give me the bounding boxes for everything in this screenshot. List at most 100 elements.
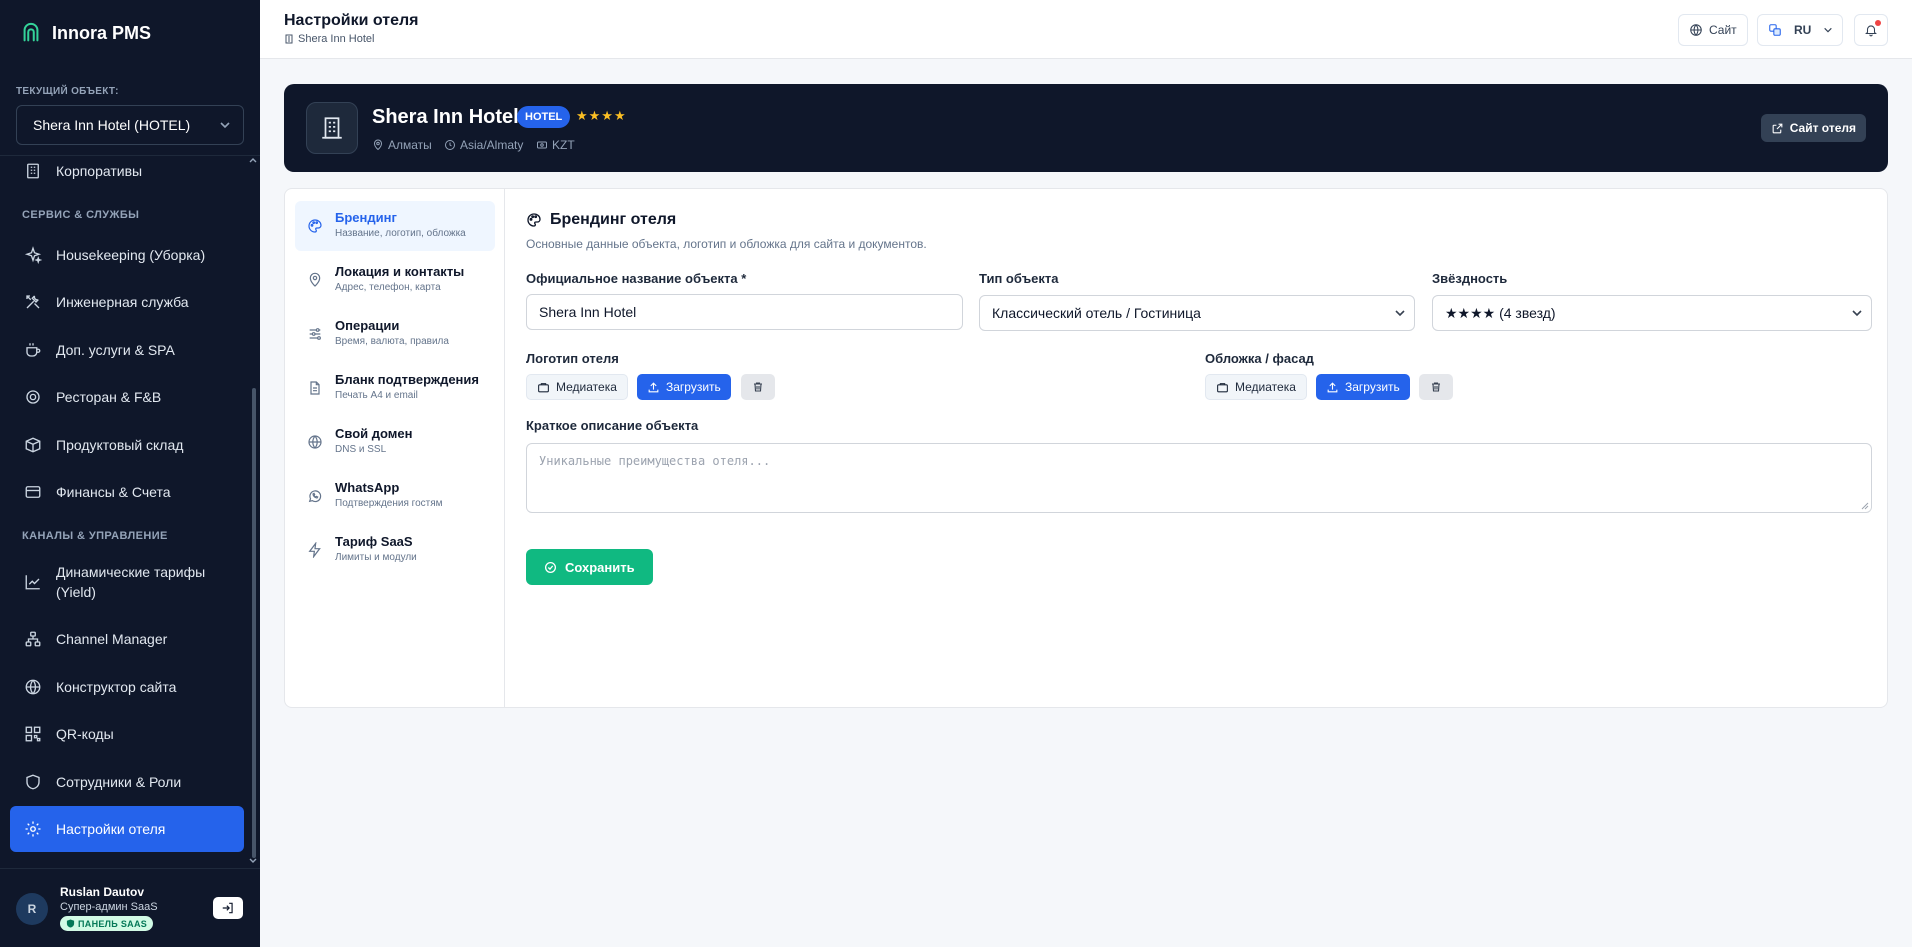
sidebar-item-restaurant[interactable]: Ресторан & F&B <box>10 374 244 420</box>
settings-tab-branding[interactable]: Брендинг Название, логотип, обложка <box>295 201 495 251</box>
building-icon <box>284 34 294 44</box>
trend-icon <box>24 573 42 591</box>
settings-tab-title: Локация и контакты <box>335 264 465 279</box>
language-value: RU <box>1794 23 1812 37</box>
brand[interactable]: Innora PMS <box>20 20 151 46</box>
trash-icon <box>752 381 764 393</box>
hotel-building-icon <box>306 102 358 154</box>
settings-tab-title: Бланк подтверждения <box>335 372 479 387</box>
user-panel: R Ruslan Dautov Супер-админ SaaS ПАНЕЛЬ … <box>16 885 244 933</box>
card-icon <box>24 483 42 501</box>
sidebar-item-site-builder[interactable]: Конструктор сайта <box>10 664 244 710</box>
current-object-value: Shera Inn Hotel (HOTEL) <box>33 117 191 133</box>
cover-media-button[interactable]: Медиатека <box>1205 374 1307 400</box>
qr-icon <box>24 725 42 743</box>
hotel-city-label: Алматы <box>388 138 432 152</box>
stars-value: ★★★★ (4 звезд) <box>1445 304 1556 321</box>
hotel-stars: ★★★★ <box>576 108 627 123</box>
settings-tab-location[interactable]: Локация и контакты Адрес, телефон, карта <box>295 255 495 305</box>
logout-button[interactable] <box>213 897 243 919</box>
name-input[interactable]: Shera Inn Hotel <box>526 294 963 330</box>
sidebar-scrollbar[interactable] <box>252 388 256 858</box>
map-pin-icon <box>307 272 323 288</box>
avatar[interactable]: R <box>16 893 48 925</box>
save-button[interactable]: Сохранить <box>526 549 653 585</box>
globe-icon <box>307 434 323 450</box>
settings-tab-confirmation[interactable]: Бланк подтверждения Печать А4 и email <box>295 363 495 413</box>
settings-tab-subtitle: Название, логотип, обложка <box>335 228 466 239</box>
food-icon <box>24 388 42 406</box>
sidebar-item-finance[interactable]: Финансы & Счета <box>10 469 244 515</box>
upload-icon <box>647 381 660 394</box>
sidebar-item-housekeeping[interactable]: Housekeeping (Уборка) <box>10 232 244 278</box>
logout-icon <box>221 901 235 915</box>
box-icon <box>24 436 42 454</box>
sidebar-item-label: Конструктор сайта <box>56 679 177 695</box>
logo-upload-button[interactable]: Загрузить <box>637 374 731 400</box>
document-icon <box>307 380 323 396</box>
top-header: Настройки отеля Shera Inn Hotel Сайт RU <box>260 0 1912 59</box>
stars-select[interactable]: ★★★★ (4 звезд) <box>1432 295 1872 331</box>
saas-panel-label: ПАНЕЛЬ SAAS <box>78 918 148 929</box>
hotel-type-badge: HOTEL <box>517 106 571 128</box>
description-textarea[interactable]: Уникальные преимущества отеля... <box>526 443 1872 513</box>
upload-label: Загрузить <box>666 380 721 394</box>
settings-tab-domain[interactable]: Свой домен DNS и SSL <box>295 417 495 467</box>
sidebar-item-hotel-settings[interactable]: Настройки отеля <box>10 806 244 852</box>
gear-icon <box>24 820 42 838</box>
current-object-select[interactable]: Shera Inn Hotel (HOTEL) <box>16 105 244 145</box>
sidebar-item-qr[interactable]: QR-коды <box>10 711 244 757</box>
scroll-up-icon[interactable] <box>248 155 258 165</box>
saas-panel-badge[interactable]: ПАНЕЛЬ SAAS <box>60 916 154 931</box>
sidebar-item-label: Корпоративы <box>56 163 143 179</box>
user-role: Супер-админ SaaS <box>60 901 158 913</box>
notifications-button[interactable] <box>1854 14 1888 46</box>
hotel-name: Shera Inn Hotel <box>372 106 519 128</box>
site-button-label: Сайт <box>1709 23 1737 37</box>
user-name: Ruslan Dautov <box>60 885 145 899</box>
type-select[interactable]: Классический отель / Гостиница <box>979 295 1415 331</box>
settings-tab-title: Операции <box>335 318 400 333</box>
hotel-banner: Shera Inn Hotel HOTEL ★★★★ Алматы Asia/A… <box>284 84 1888 172</box>
trash-icon <box>1430 381 1442 393</box>
nav-section-service: СЕРВИС & СЛУЖБЫ <box>22 209 140 221</box>
section-title: Брендинг отеля <box>526 211 676 229</box>
stars-label: Звёздность <box>1432 271 1508 286</box>
settings-tab-operations[interactable]: Операции Время, валюта, правила <box>295 309 495 359</box>
settings-tab-whatsapp[interactable]: WhatsApp Подтверждения гостям <box>295 471 495 521</box>
breadcrumb-hotel: Shera Inn Hotel <box>298 33 375 45</box>
site-button[interactable]: Сайт <box>1678 14 1748 46</box>
sidebar-item-label: Финансы & Счета <box>56 484 171 500</box>
sidebar-item-engineering[interactable]: Инженерная служба <box>10 279 244 325</box>
settings-tab-tariff[interactable]: Тариф SaaS Лимиты и модули <box>295 525 495 575</box>
language-select[interactable]: RU <box>1757 14 1843 46</box>
hotel-currency-label: KZT <box>552 138 575 152</box>
settings-tab-subtitle: Подтверждения гостям <box>335 498 443 509</box>
sidebar: Innora PMS ТЕКУЩИЙ ОБЪЕКТ: Shera Inn Hot… <box>0 0 260 947</box>
resize-handle-icon[interactable] <box>1861 502 1869 510</box>
settings-tab-subtitle: Печать А4 и email <box>335 390 418 401</box>
logo-media-button[interactable]: Медиатека <box>526 374 628 400</box>
sidebar-item-label: QR-коды <box>56 726 114 742</box>
sidebar-item-staff[interactable]: Сотрудники & Роли <box>10 759 244 805</box>
sidebar-item-spa[interactable]: Доп. услуги & SPA <box>10 327 244 373</box>
hotel-city: Алматы <box>372 138 432 152</box>
logo-delete-button[interactable] <box>741 374 775 400</box>
hotel-site-button[interactable]: Сайт отеля <box>1760 114 1866 142</box>
cover-delete-button[interactable] <box>1419 374 1453 400</box>
globe-icon <box>1689 23 1703 37</box>
settings-tab-subtitle: DNS и SSL <box>335 444 387 455</box>
hotel-currency: KZT <box>536 138 575 152</box>
app-name: Innora PMS <box>52 22 152 43</box>
type-label: Тип объекта <box>979 271 1059 286</box>
sidebar-item-channel-manager[interactable]: Channel Manager <box>10 616 244 662</box>
sidebar-item-label: Настройки отеля <box>56 821 166 837</box>
sidebar-item-corporates[interactable]: Корпоративы <box>10 156 244 194</box>
scroll-down-icon[interactable] <box>248 856 258 866</box>
cover-upload-button[interactable]: Загрузить <box>1316 374 1410 400</box>
sidebar-item-warehouse[interactable]: Продуктовый склад <box>10 422 244 468</box>
nav-section-channels: КАНАЛЫ & УПРАВЛЕНИЕ <box>22 530 168 542</box>
folder-icon <box>1216 381 1229 394</box>
sidebar-item-yield[interactable]: Динамические тарифы (Yield) <box>10 554 244 610</box>
globe-icon <box>24 678 42 696</box>
